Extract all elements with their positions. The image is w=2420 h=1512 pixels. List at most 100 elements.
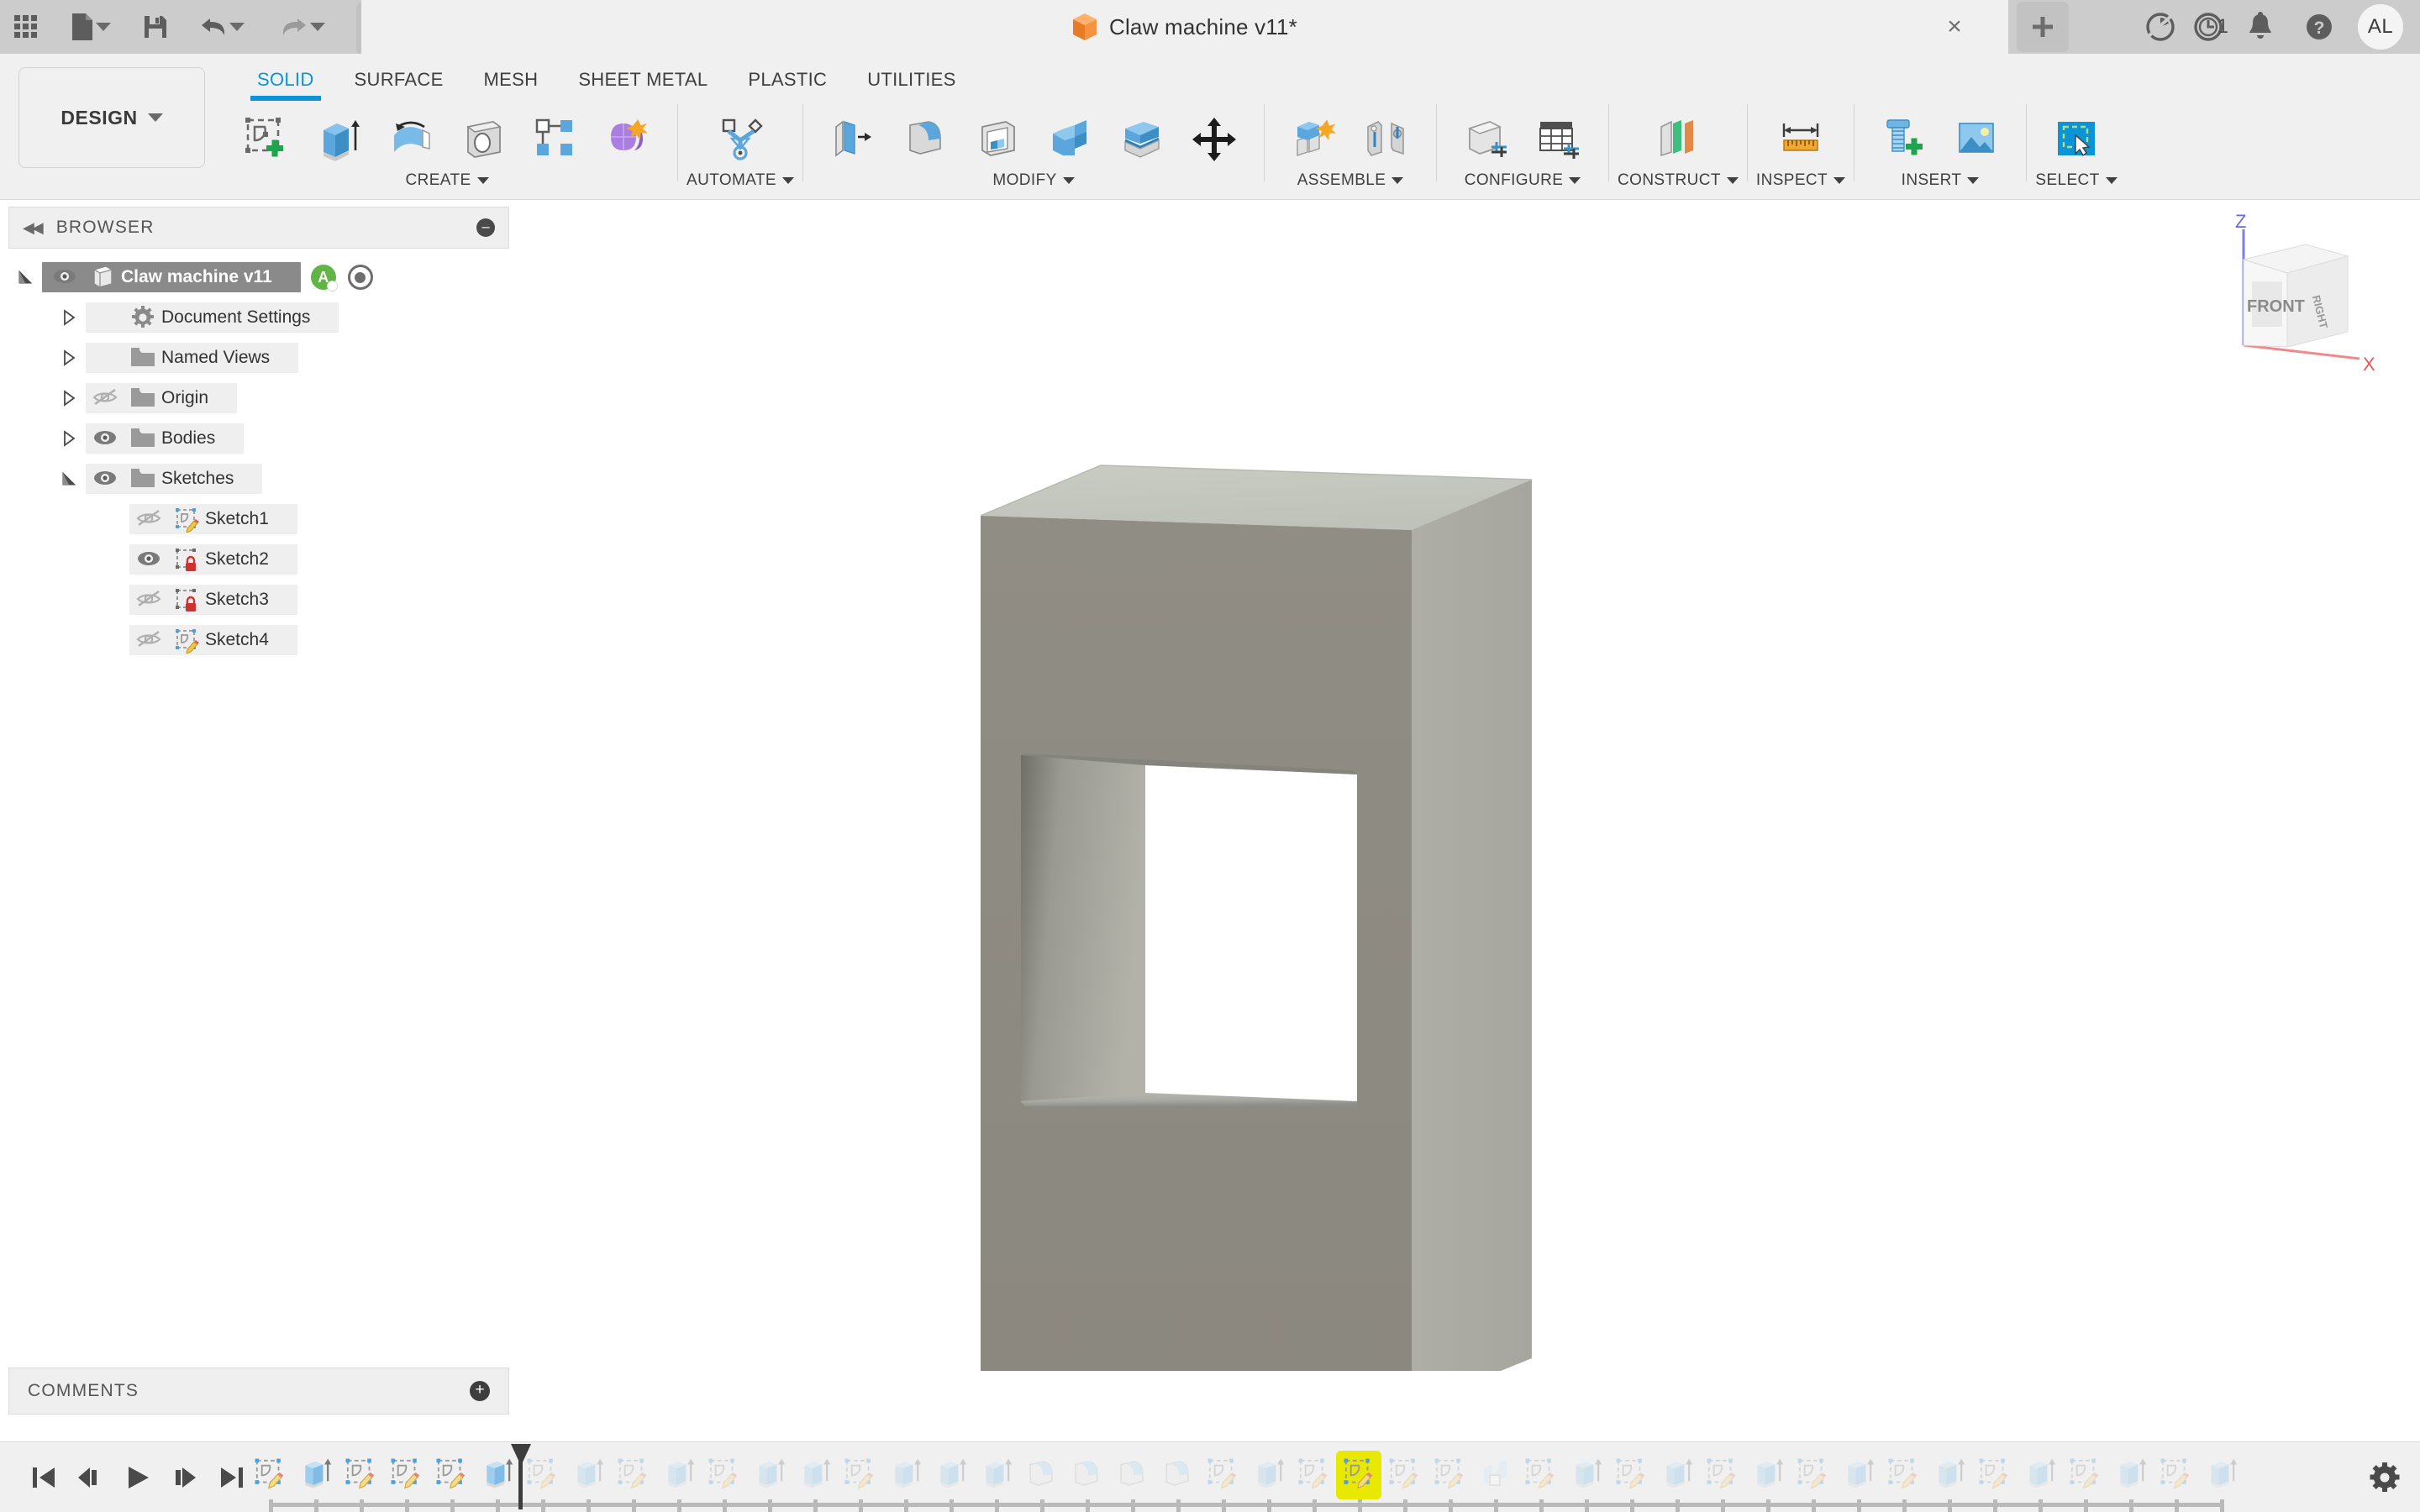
timeline-item-sketch[interactable] (2153, 1451, 2198, 1499)
select-icon[interactable] (2040, 104, 2112, 173)
panel-construct-title[interactable]: CONSTRUCT (1618, 171, 1739, 190)
tree-node-pill[interactable]: Claw machine v11 (42, 262, 301, 292)
timeline-item-extrude[interactable] (2198, 1451, 2244, 1499)
timeline-item-sketch[interactable] (247, 1451, 292, 1499)
tab-solid[interactable]: SOLID (237, 60, 334, 97)
timeline-item-sketch[interactable] (1790, 1451, 1835, 1499)
tree-node-pill[interactable]: Sketch2 (129, 544, 297, 575)
tree-node-pill[interactable]: Document Settings (86, 302, 339, 333)
step-back-button[interactable] (74, 1461, 108, 1494)
new-tab-button[interactable] (2017, 2, 2069, 52)
timeline-item-fillet[interactable] (1109, 1451, 1155, 1499)
tab-surface[interactable]: SURFACE (334, 60, 464, 97)
revolve-icon[interactable] (375, 104, 447, 173)
extrude-icon[interactable] (302, 104, 375, 173)
panel-configure-title[interactable]: CONFIGURE (1465, 171, 1581, 190)
app-grid-icon[interactable] (0, 0, 52, 54)
document-tab[interactable]: Claw machine v11* × (361, 0, 2008, 54)
collapse-panel-icon[interactable]: ◀◀ (23, 219, 41, 237)
timeline-item-sketch[interactable] (383, 1451, 429, 1499)
panel-create-title[interactable]: CREATE (405, 171, 488, 190)
expander-closed-icon[interactable] (52, 389, 86, 407)
timeline-item-extrude[interactable] (973, 1451, 1018, 1499)
timeline-item-extrude[interactable] (1744, 1451, 1790, 1499)
timeline-item-sketch[interactable] (1381, 1451, 1427, 1499)
tree-node-sketch1[interactable]: Sketch1 (8, 499, 509, 539)
tree-node-pill[interactable]: Sketch1 (129, 504, 297, 534)
create-sketch-icon[interactable] (230, 104, 302, 173)
new-component-icon[interactable] (1278, 104, 1350, 173)
eye-hidden-icon[interactable] (86, 387, 124, 409)
eye-hidden-icon[interactable] (129, 508, 168, 530)
undo-icon[interactable] (182, 0, 262, 54)
panel-select-title[interactable]: SELECT (2035, 171, 2117, 190)
tree-node-origin[interactable]: Origin (8, 378, 509, 418)
timeline-item-extrude[interactable] (565, 1451, 610, 1499)
tree-node-claw-machine-v11[interactable]: Claw machine v11 A (8, 257, 509, 297)
tree-node-bodies[interactable]: Bodies (8, 418, 509, 459)
job-status-icon[interactable]: 1 (2192, 0, 2228, 54)
tree-node-sketch3[interactable]: Sketch3 (8, 580, 509, 620)
measure-icon[interactable] (1765, 104, 1837, 173)
timeline-item-fillet[interactable] (1018, 1451, 1064, 1499)
panel-insert-title[interactable]: INSERT (1902, 171, 1980, 190)
timeline-item-sketch[interactable] (701, 1451, 746, 1499)
offset-plane-icon[interactable] (1642, 104, 1714, 173)
browser-header[interactable]: ◀◀ BROWSER – (8, 207, 509, 249)
activate-component-icon[interactable] (348, 265, 373, 290)
joint-icon[interactable] (1350, 104, 1423, 173)
rectangular-pattern-icon[interactable] (519, 104, 592, 173)
timeline-item-sketch[interactable] (1518, 1451, 1563, 1499)
tab-utilities[interactable]: UTILITIES (847, 60, 976, 97)
timeline-item-sketch[interactable] (1427, 1451, 1472, 1499)
play-button[interactable] (121, 1461, 155, 1494)
tree-node-document-settings[interactable]: Document Settings (8, 297, 509, 338)
cloud-status-icon[interactable] (2133, 0, 2187, 54)
new-file-caret-icon[interactable] (96, 23, 111, 31)
undo-caret-icon[interactable] (229, 23, 245, 31)
timeline-item-extrude[interactable] (2017, 1451, 2062, 1499)
panel-assemble-title[interactable]: ASSEMBLE (1297, 171, 1404, 190)
expander-closed-icon[interactable] (52, 308, 86, 327)
go-to-beginning-button[interactable] (27, 1461, 60, 1494)
timeline-item-extrude[interactable] (1654, 1451, 1699, 1499)
timeline-item-sketch[interactable] (1608, 1451, 1654, 1499)
redo-icon[interactable] (262, 0, 343, 54)
timeline-item-extrude[interactable] (792, 1451, 837, 1499)
timeline-item-extrude[interactable] (1563, 1451, 1608, 1499)
insert-image-icon[interactable] (1940, 104, 2012, 173)
timeline-item-extrude[interactable] (1926, 1451, 1971, 1499)
panel-modify-title[interactable]: MODIFY (992, 171, 1074, 190)
tree-node-named-views[interactable]: Named Views (8, 338, 509, 378)
fillet-icon[interactable] (889, 104, 961, 173)
timeline-item-extrude[interactable] (655, 1451, 701, 1499)
appearance-badge[interactable]: A (311, 265, 336, 290)
timeline-item-sketch[interactable] (1336, 1451, 1381, 1499)
timeline-item-sketch[interactable] (1200, 1451, 1245, 1499)
expander-open-icon[interactable] (52, 470, 86, 488)
timeline-item-extrude[interactable] (882, 1451, 928, 1499)
avatar[interactable]: AL (2358, 4, 2403, 50)
tab-mesh[interactable]: MESH (464, 60, 559, 97)
insert-mcmaster-icon[interactable] (1868, 104, 1940, 173)
eye-hidden-icon[interactable] (129, 629, 168, 651)
tree-node-pill[interactable]: Bodies (86, 423, 244, 454)
timeline-item-sketch[interactable] (2062, 1451, 2107, 1499)
eye-visible-icon[interactable] (45, 266, 84, 288)
timeline-item-extrude[interactable] (746, 1451, 792, 1499)
expander-closed-icon[interactable] (52, 349, 86, 367)
timeline-item-sketch[interactable] (1699, 1451, 1744, 1499)
timeline-settings-gear-icon[interactable] (2368, 1461, 2402, 1499)
split-face-icon[interactable] (1106, 104, 1178, 173)
timeline-item-sketch[interactable] (1971, 1451, 2017, 1499)
tree-node-pill[interactable]: Sketch3 (129, 585, 297, 615)
workspace-selector[interactable]: DESIGN (18, 67, 205, 168)
timeline-track[interactable] (237, 1442, 2328, 1512)
timeline-item-sketch[interactable] (837, 1451, 882, 1499)
timeline-item-sketch[interactable] (610, 1451, 655, 1499)
comments-panel[interactable]: COMMENTS + (8, 1368, 509, 1415)
save-icon[interactable] (129, 0, 182, 54)
timeline-item-extrude[interactable] (2107, 1451, 2153, 1499)
timeline-item-extrude[interactable] (292, 1451, 338, 1499)
panel-inspect-title[interactable]: INSPECT (1756, 171, 1845, 190)
